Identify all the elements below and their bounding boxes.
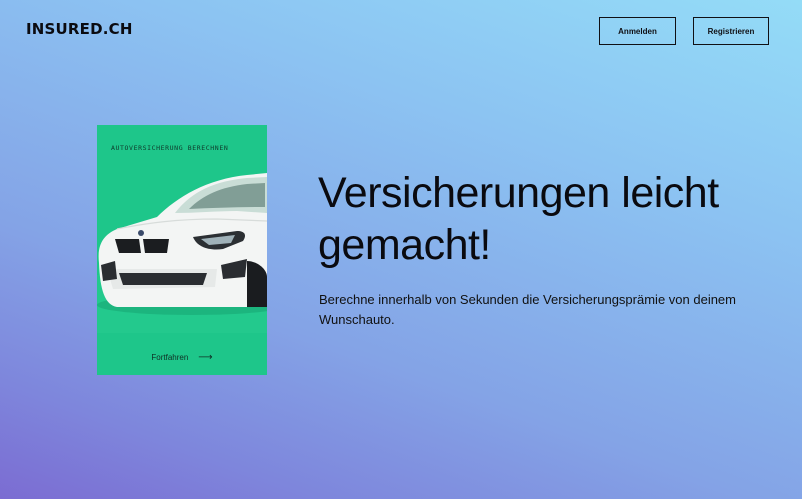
arrow-right-icon: ⟶: [198, 352, 213, 363]
card-title: AUTOVERSICHERUNG BERECHNEN: [111, 144, 229, 152]
register-button[interactable]: Registrieren: [693, 17, 769, 45]
hero-headline: Versicherungen leicht gemacht!: [318, 169, 719, 269]
hero-subtext: Berechne innerhalb von Sekunden die Vers…: [319, 292, 736, 327]
car-image: [97, 173, 267, 333]
site-logo[interactable]: INSURED.CH: [26, 20, 133, 38]
continue-label: Fortfahren: [151, 353, 189, 362]
continue-button[interactable]: Fortfahren ⟶: [97, 352, 267, 363]
login-button[interactable]: Anmelden: [599, 17, 676, 45]
car-insurance-card[interactable]: AUTOVERSICHERUNG BERECHNEN Fortfahren ⟶: [97, 125, 267, 375]
